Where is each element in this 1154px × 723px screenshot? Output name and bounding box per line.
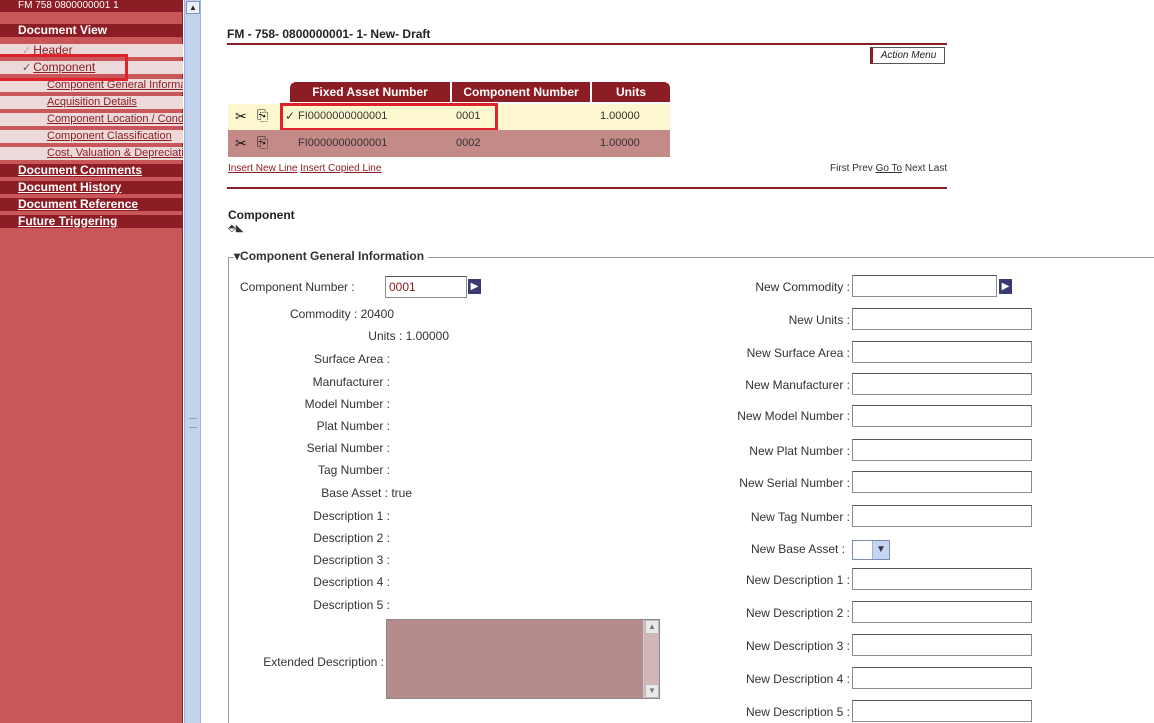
- cell-units[interactable]: 1.00000: [600, 131, 640, 156]
- column-header-component-number[interactable]: Component Number: [452, 82, 590, 102]
- plat-number-label: Plat Number :: [316, 419, 390, 433]
- base-asset-value: Base Asset : true: [321, 486, 412, 500]
- new-surface-area-input[interactable]: [852, 341, 1032, 363]
- pager-prev[interactable]: Prev: [852, 163, 873, 174]
- new-description-3-label: New Description 3 :: [745, 639, 850, 653]
- new-commodity-input[interactable]: [852, 275, 997, 297]
- page-title: FM - 758- 0800000001- 1- New- Draft: [227, 27, 947, 45]
- new-model-number-input[interactable]: [852, 405, 1032, 427]
- sidebar-subitem-cost-valuation[interactable]: Cost, Valuation & Depreciation: [0, 147, 183, 160]
- new-serial-number-label: New Serial Number :: [739, 476, 850, 490]
- new-surface-area-label: New Surface Area :: [746, 346, 850, 360]
- new-description-2-label: New Description 2 :: [745, 606, 850, 620]
- pager-goto-link[interactable]: Go To: [876, 163, 903, 174]
- column-header-fixed-asset-number[interactable]: Fixed Asset Number: [290, 82, 450, 102]
- divider: [227, 187, 947, 189]
- sidebar-section-document-history[interactable]: Document History: [0, 181, 183, 194]
- sidebar-section-document-comments[interactable]: Document Comments: [0, 164, 183, 177]
- insert-new-line-link[interactable]: Insert New Line: [228, 163, 297, 174]
- units-value: Units : 1.00000: [368, 329, 449, 343]
- new-description-5-input[interactable]: [852, 700, 1032, 722]
- cut-icon[interactable]: ✂: [235, 135, 247, 152]
- pager-next[interactable]: Next: [905, 163, 926, 174]
- lookup-arrow-icon[interactable]: ▶: [999, 279, 1012, 294]
- sidebar-section-document-reference[interactable]: Document Reference: [0, 198, 183, 211]
- fieldset-legend[interactable]: ▾Component General Information: [234, 249, 429, 263]
- expand-collapse-icon[interactable]: ⬘◣: [228, 223, 243, 234]
- sidebar-document-id: FM 758 0800000001 1: [0, 0, 183, 12]
- manufacturer-label: Manufacturer :: [312, 375, 390, 389]
- new-manufacturer-label: New Manufacturer :: [745, 378, 850, 392]
- action-menu-button[interactable]: Action Menu: [870, 47, 945, 64]
- new-plat-number-input[interactable]: [852, 439, 1032, 461]
- column-header-units[interactable]: Units: [592, 82, 670, 102]
- new-base-asset-label: New Base Asset :: [750, 542, 845, 556]
- new-plat-number-label: New Plat Number :: [749, 444, 850, 458]
- textarea-scrollbar[interactable]: ▲ ▼: [643, 620, 659, 698]
- scroll-down-icon[interactable]: ▼: [645, 684, 659, 698]
- lookup-arrow-icon[interactable]: ▶: [468, 279, 481, 294]
- new-commodity-label: New Commodity :: [755, 280, 850, 294]
- pager-last[interactable]: Last: [928, 163, 947, 174]
- commodity-value: Commodity : 20400: [289, 307, 394, 321]
- sidebar-subitem-classification[interactable]: Component Classification: [0, 130, 183, 143]
- cell-fixed-asset-number[interactable]: FI0000000000001: [298, 131, 387, 156]
- new-description-3-input[interactable]: [852, 634, 1032, 656]
- sidebar-document-view: Document View: [0, 24, 183, 37]
- copy-icon[interactable]: ⎘: [257, 134, 268, 151]
- extended-description-label: Extended Description :: [263, 655, 384, 669]
- sidebar: FM 758 0800000001 1 Document View ✓ Heade…: [0, 0, 183, 723]
- sidebar-subitem-location[interactable]: Component Location / Condition: [0, 113, 183, 126]
- new-tag-number-label: New Tag Number :: [750, 510, 850, 524]
- new-base-asset-select[interactable]: ▼: [852, 540, 890, 560]
- description-5-label: Description 5 :: [313, 598, 390, 612]
- highlight-box: [0, 54, 128, 81]
- component-number-input[interactable]: [385, 276, 467, 298]
- cell-component-number[interactable]: 0002: [456, 131, 480, 156]
- pager-first[interactable]: First: [830, 163, 849, 174]
- new-description-1-label: New Description 1 :: [745, 573, 850, 587]
- scroll-up-icon[interactable]: ▲: [186, 1, 200, 14]
- new-manufacturer-input[interactable]: [852, 373, 1032, 395]
- new-description-1-input[interactable]: [852, 568, 1032, 590]
- sidebar-subitem-acquisition-details[interactable]: Acquisition Details: [0, 96, 183, 109]
- new-description-4-label: New Description 4 :: [745, 672, 850, 686]
- component-number-label: Component Number :: [240, 280, 355, 294]
- description-1-label: Description 1 :: [313, 509, 390, 523]
- legend-label: Component General Information: [240, 249, 425, 263]
- new-description-4-input[interactable]: [852, 667, 1032, 689]
- surface-area-label: Surface Area :: [313, 352, 390, 366]
- section-title: Component: [228, 208, 295, 222]
- description-3-label: Description 3 :: [313, 553, 390, 567]
- description-4-label: Description 4 :: [313, 575, 390, 589]
- serial-number-label: Serial Number :: [306, 441, 390, 455]
- main-content: FM - 758- 0800000001- 1- New- Draft Acti…: [202, 0, 1154, 723]
- new-description-5-label: New Description 5 :: [745, 705, 850, 719]
- new-description-2-input[interactable]: [852, 601, 1032, 623]
- chevron-down-icon[interactable]: ▼: [872, 541, 889, 559]
- extended-description-textarea[interactable]: ▲ ▼: [386, 619, 660, 699]
- description-2-label: Description 2 :: [313, 531, 390, 545]
- fieldset-border: [228, 257, 229, 723]
- sidebar-scrollbar[interactable]: ▲: [184, 0, 201, 723]
- cell-units[interactable]: 1.00000: [600, 104, 640, 129]
- scroll-up-icon[interactable]: ▲: [645, 620, 659, 634]
- copy-icon[interactable]: ⎘: [257, 107, 268, 124]
- tag-number-label: Tag Number :: [317, 463, 390, 477]
- model-number-label: Model Number :: [304, 397, 390, 411]
- pager: First Prev Go To Next Last: [830, 163, 947, 174]
- new-tag-number-input[interactable]: [852, 505, 1032, 527]
- highlight-box: [280, 103, 498, 131]
- grid-actions: Insert New Line Insert Copied Line: [228, 163, 381, 174]
- new-model-number-label: New Model Number :: [737, 409, 850, 423]
- new-units-input[interactable]: [852, 308, 1032, 330]
- insert-copied-line-link[interactable]: Insert Copied Line: [300, 163, 381, 174]
- new-units-label: New Units :: [788, 313, 850, 327]
- sidebar-section-future-triggering[interactable]: Future Triggering: [0, 215, 183, 228]
- new-serial-number-input[interactable]: [852, 471, 1032, 493]
- cut-icon[interactable]: ✂: [235, 108, 247, 125]
- scroll-grip-icon[interactable]: [189, 418, 197, 428]
